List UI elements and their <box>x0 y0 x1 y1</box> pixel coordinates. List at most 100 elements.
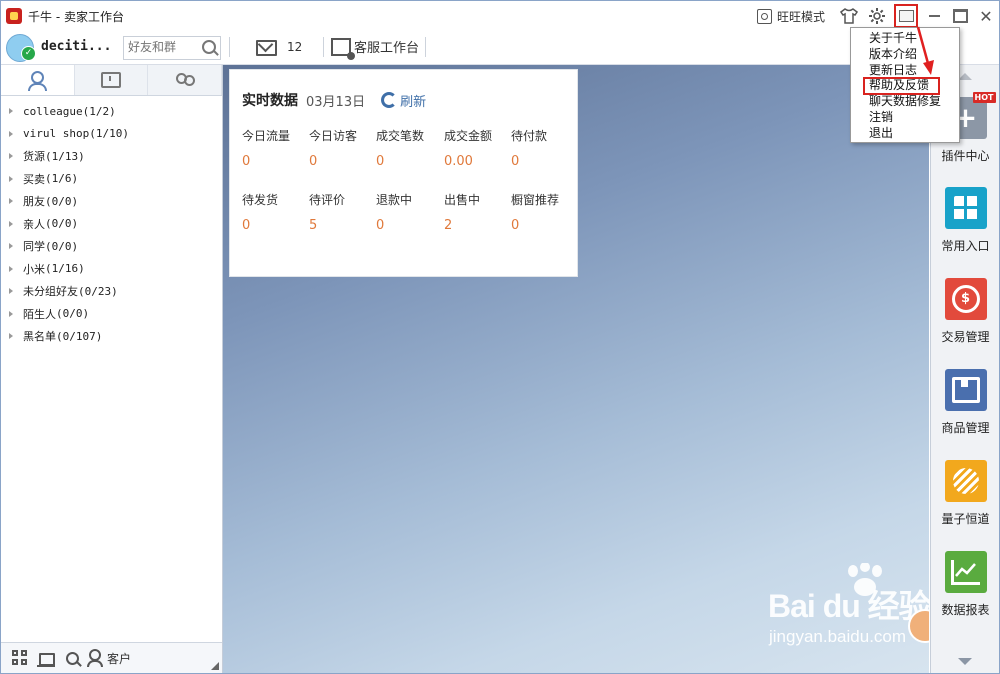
group-count: (1/10) <box>89 127 129 141</box>
refresh-button[interactable]: 刷新 <box>381 91 426 110</box>
group-count: (0/0) <box>45 239 79 253</box>
contact-group-item[interactable]: virul shop (1/10) <box>1 123 222 146</box>
close-button[interactable]: ✕ <box>973 1 999 31</box>
stat-4[interactable]: 待付款 0 <box>511 127 579 169</box>
expand-arrow-icon[interactable] <box>9 265 13 272</box>
divider <box>323 37 324 57</box>
refresh-icon <box>381 92 398 108</box>
realtime-header: 实时数据 03月13日 刷新 <box>242 90 426 110</box>
search-input[interactable] <box>124 37 198 57</box>
expand-arrow-icon[interactable] <box>9 310 13 317</box>
stat-1[interactable]: 今日访客 0 <box>309 127 377 169</box>
stat-value[interactable]: 0 <box>511 218 579 233</box>
contact-group-item[interactable]: 货源 (1/13) <box>1 145 222 168</box>
stat-label: 出售中 <box>444 193 481 207</box>
contact-group-item[interactable]: 未分组好友 (0/23) <box>1 280 222 303</box>
group-name: 亲人 <box>23 217 45 231</box>
common-entry-icon <box>944 187 987 229</box>
search-icon[interactable] <box>202 40 216 54</box>
sidebar-item-3[interactable]: 商品管理 <box>931 369 999 436</box>
maximize-icon <box>952 9 968 23</box>
find-contact-icon[interactable] <box>66 651 79 665</box>
stat-6[interactable]: 待评价 5 <box>309 191 377 233</box>
stat-value[interactable]: 0 <box>511 154 579 169</box>
expand-arrow-icon[interactable] <box>9 153 13 160</box>
message-envelope-icon[interactable] <box>256 40 277 56</box>
expand-arrow-icon[interactable] <box>9 198 13 205</box>
stat-3[interactable]: 成交金额 0.00 <box>444 127 512 169</box>
contact-group-item[interactable]: 亲人 (0/0) <box>1 213 222 236</box>
tab-recent-chats[interactable] <box>74 65 149 95</box>
resize-grip-icon[interactable] <box>211 662 219 670</box>
settings-gear-icon[interactable] <box>866 5 888 27</box>
menu-item-1[interactable]: 版本介绍 <box>851 47 959 63</box>
scroll-up-icon[interactable] <box>958 73 972 80</box>
group-count: (0/0) <box>56 307 90 321</box>
menu-item-6[interactable]: 退出 <box>851 126 959 142</box>
trade-icon: $ <box>944 278 987 320</box>
tab-contacts[interactable] <box>1 65 75 95</box>
menu-list: 关于千牛 版本介绍 更新日志 帮助及反馈 聊天数据修复 注销 退出 <box>851 28 959 142</box>
group-name: 货源 <box>23 150 45 164</box>
stat-value[interactable]: 0 <box>242 218 310 233</box>
expand-arrow-icon[interactable] <box>9 333 13 340</box>
wangwang-mode-button[interactable]: 旺旺模式 <box>756 8 825 25</box>
stat-9[interactable]: 橱窗推荐 0 <box>511 191 579 233</box>
stat-5[interactable]: 待发货 0 <box>242 191 310 233</box>
menu-item-5[interactable]: 注销 <box>851 110 959 126</box>
stat-value[interactable]: 5 <box>309 218 377 233</box>
contact-group-item[interactable]: 陌生人 (0/0) <box>1 303 222 326</box>
watermark-brand: Bai du 经验 <box>768 588 929 624</box>
expand-arrow-icon[interactable] <box>9 175 13 182</box>
sidebar-item-4[interactable]: 量子恒道 <box>931 460 999 527</box>
menu-item-3[interactable]: 帮助及反馈 <box>863 77 940 96</box>
username[interactable]: deciti... <box>41 39 111 54</box>
contact-group-item[interactable]: 小米 (1/16) <box>1 258 222 281</box>
expand-arrow-icon[interactable] <box>9 130 13 137</box>
scroll-down-icon[interactable] <box>958 658 972 665</box>
expand-arrow-icon[interactable] <box>9 108 13 115</box>
contacts-toolbar: 客户 <box>1 642 222 673</box>
stat-8[interactable]: 出售中 2 <box>444 191 512 233</box>
contacts-tabs <box>1 65 223 96</box>
expand-arrow-icon[interactable] <box>9 243 13 250</box>
realtime-title: 实时数据 <box>242 93 298 109</box>
stat-0[interactable]: 今日流量 0 <box>242 127 310 169</box>
contact-group-item[interactable]: colleague (1/2) <box>1 100 222 123</box>
stat-value[interactable]: 0.00 <box>444 154 512 169</box>
contact-search[interactable] <box>123 36 221 60</box>
contact-group-item[interactable]: 同学 (0/0) <box>1 235 222 258</box>
dollar-coin-icon: $ <box>951 285 980 313</box>
stat-value[interactable]: 0 <box>376 154 444 169</box>
menu-item-0[interactable]: 关于千牛 <box>851 31 959 47</box>
stat-value[interactable]: 0 <box>309 154 377 169</box>
expand-arrow-icon[interactable] <box>9 220 13 227</box>
stat-label: 橱窗推荐 <box>511 193 560 207</box>
customer-button[interactable]: 客户 <box>87 649 131 667</box>
expand-arrow-icon[interactable] <box>9 288 13 295</box>
sidebar-item-5[interactable]: 数据报表 <box>931 551 999 618</box>
qianniu-window: 千牛 - 卖家工作台 旺旺模式 ✕ ✓ deciti... 好友和群 12 客服… <box>0 0 1000 674</box>
divider <box>229 37 230 57</box>
service-workbench-button[interactable]: 客服工作台 <box>331 37 419 60</box>
message-count[interactable]: 12 <box>287 40 302 54</box>
skin-shirt-icon[interactable] <box>838 5 860 27</box>
stat-7[interactable]: 退款中 0 <box>376 191 444 233</box>
tab-groups[interactable] <box>148 65 223 95</box>
stat-2[interactable]: 成交笔数 0 <box>376 127 444 169</box>
menu-item-2[interactable]: 更新日志 <box>851 63 959 79</box>
stat-value[interactable]: 2 <box>444 218 512 233</box>
stat-value[interactable]: 0 <box>376 218 444 233</box>
apps-grid-icon[interactable] <box>12 650 28 666</box>
contact-group-item[interactable]: 朋友 (0/0) <box>1 190 222 213</box>
mascot-icon <box>908 609 929 643</box>
refresh-label: 刷新 <box>400 94 427 110</box>
stat-value[interactable]: 0 <box>242 154 310 169</box>
computer-icon[interactable] <box>37 652 55 667</box>
contact-group-item[interactable]: 买卖 (1/6) <box>1 168 222 191</box>
sidebar-item-1[interactable]: 常用入口 <box>931 187 999 254</box>
contact-group-item[interactable]: 黑名单 (0/107) <box>1 325 222 348</box>
sidebar-item-2[interactable]: $ 交易管理 <box>931 278 999 345</box>
menu-item-4[interactable]: 聊天数据修复 <box>851 94 959 110</box>
online-status-icon[interactable]: ✓ <box>21 46 36 61</box>
